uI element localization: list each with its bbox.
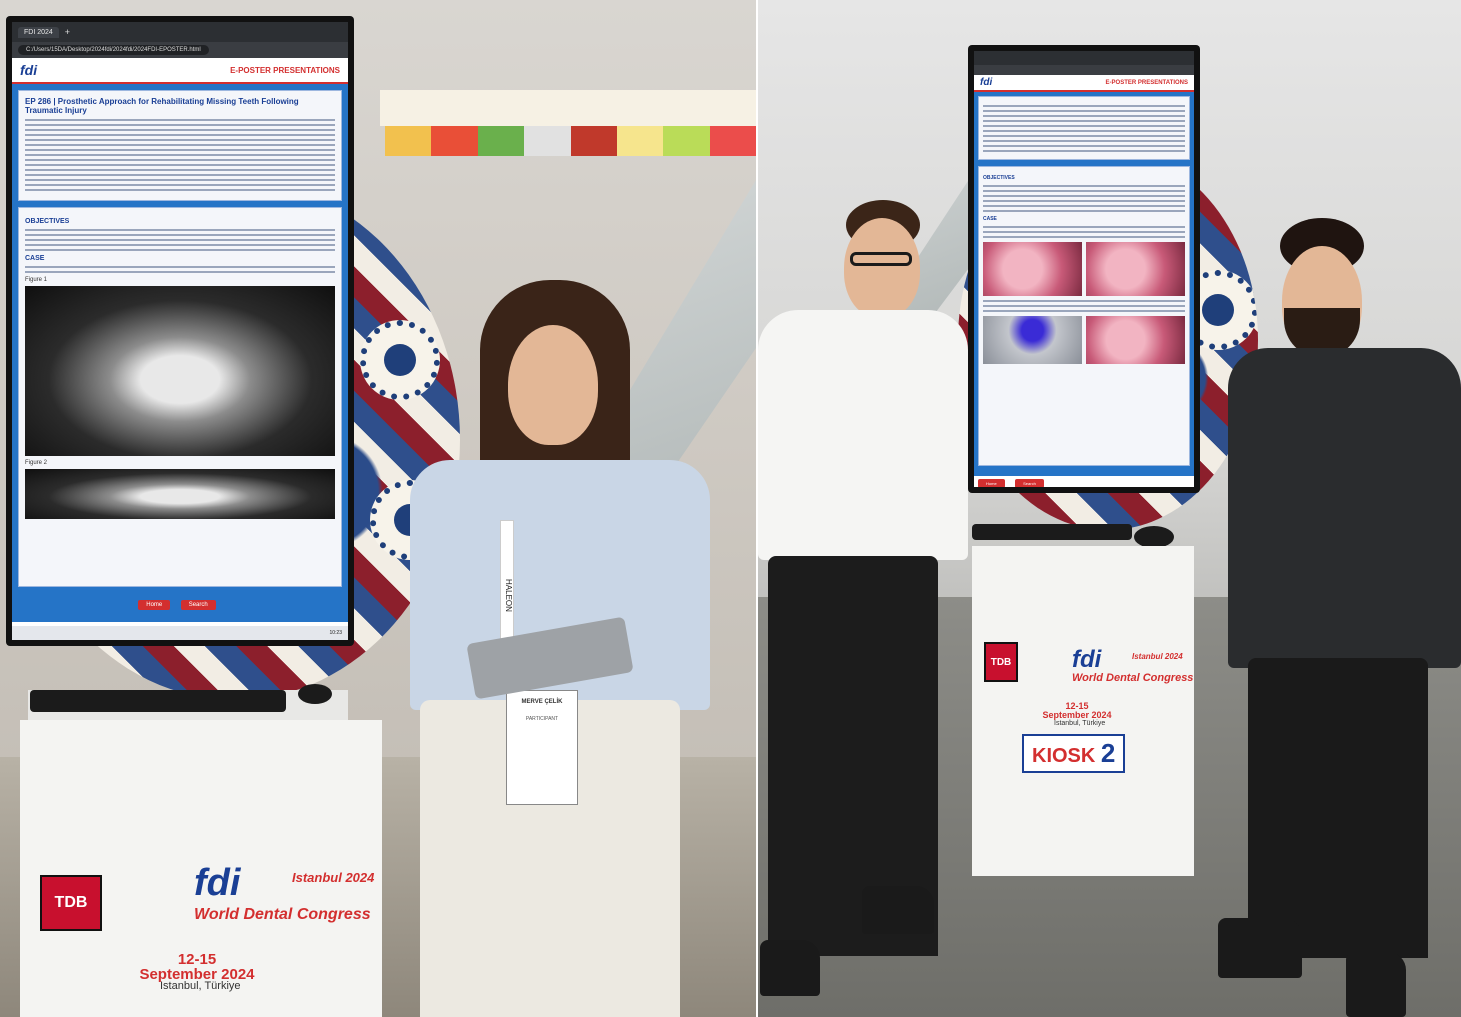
kiosk-stand: TDB fdi Istanbul 2024 World Dental Congr… xyxy=(972,546,1194,876)
clinical-photo xyxy=(983,242,1082,296)
new-tab-icon[interactable]: + xyxy=(65,27,70,37)
man-dark-polo xyxy=(1218,218,1461,1017)
poster-title: EP 286 | Prosthetic Approach for Rehabil… xyxy=(25,97,299,115)
fdi-logo: fdi xyxy=(980,77,993,88)
mouse[interactable] xyxy=(1134,526,1174,548)
poster-banner: E-POSTER PRESENTATIONS xyxy=(1105,79,1188,86)
stand-city: Istanbul, Türkiye xyxy=(1054,720,1106,727)
stand-dates: 12-15 September 2024 xyxy=(1032,702,1122,720)
kiosk-sign: KIOSK 2 xyxy=(1022,734,1126,773)
monitor-screen: FDI 2024 + C:/Users/15DA/Desktop/2024fdi… xyxy=(12,22,348,640)
url-field[interactable]: C:/Users/15DA/Desktop/2024fdi/2024fdi/20… xyxy=(18,45,209,55)
objectives-heading: OBJECTIVES xyxy=(983,175,1015,181)
search-button[interactable]: Search xyxy=(180,600,216,610)
taskbar: 10:23 xyxy=(12,626,348,640)
case-heading: CASE xyxy=(983,216,997,222)
face xyxy=(844,218,920,318)
glasses xyxy=(850,252,912,266)
right-shoe xyxy=(1346,952,1406,1017)
ceiling-light xyxy=(380,90,756,126)
clinical-photo-row xyxy=(983,316,1185,364)
case-text-2 xyxy=(983,300,1185,312)
presenter-woman: HALEON MERVE ÇELİK PARTICIPANT xyxy=(370,280,750,1017)
clinical-photo-row xyxy=(983,242,1185,296)
address-bar xyxy=(974,65,1194,75)
white-shirt xyxy=(758,310,968,560)
keyboard[interactable] xyxy=(972,524,1132,540)
stand-city-script: Istanbul 2024 xyxy=(1132,652,1183,661)
case-text xyxy=(983,226,1185,238)
kiosk-word: KIOSK xyxy=(1032,745,1096,767)
panoramic-xray-image xyxy=(25,286,335,456)
stand-congress: World Dental Congress xyxy=(194,906,371,923)
clinical-photo xyxy=(1086,242,1185,296)
mouse[interactable] xyxy=(298,684,332,704)
name-badge: MERVE ÇELİK PARTICIPANT xyxy=(506,690,578,805)
kiosk-stand: TDB fdi Istanbul 2024 World Dental Congr… xyxy=(20,720,382,1017)
poster-nav: Home Search xyxy=(978,472,1190,487)
stand-congress: World Dental Congress xyxy=(1072,672,1194,684)
fdi-logo: fdi xyxy=(20,62,38,78)
home-button[interactable]: Home xyxy=(978,479,1005,487)
badge-role: PARTICIPANT xyxy=(525,716,559,723)
case-heading: CASE xyxy=(25,255,45,262)
face xyxy=(508,325,598,445)
left-shoe xyxy=(1218,918,1302,978)
browser-tab[interactable]: FDI 2024 xyxy=(18,26,59,38)
stand-days: 12-15 xyxy=(177,951,217,968)
poster-content-card: OBJECTIVES CASE Figure 1 Figure 2 xyxy=(18,207,342,587)
dark-polo-shirt xyxy=(1228,348,1461,668)
search-button[interactable]: Search xyxy=(1015,479,1044,487)
left-photo: FDI 2024 + C:/Users/15DA/Desktop/2024fdi… xyxy=(0,0,756,1017)
man-white-shirt xyxy=(758,200,968,1017)
figure-2-label: Figure 2 xyxy=(25,460,48,466)
address-bar: C:/Users/15DA/Desktop/2024fdi/2024fdi/20… xyxy=(12,42,348,58)
tdb-logo: TDB xyxy=(40,875,102,931)
clinical-photo xyxy=(1086,316,1185,364)
keyboard[interactable] xyxy=(30,690,286,712)
kiosk-monitor: fdi E-POSTER PRESENTATIONS OBJECTIVES CA… xyxy=(968,45,1200,493)
abstract-text xyxy=(983,105,1185,152)
colored-wall-panels xyxy=(385,126,756,156)
poster-abstract-card: EP 286 | Prosthetic Approach for Rehabil… xyxy=(18,90,342,201)
left-shoe xyxy=(760,940,820,996)
kiosk-monitor: FDI 2024 + C:/Users/15DA/Desktop/2024fdi… xyxy=(6,16,354,646)
figure-1-label: Figure 1 xyxy=(25,277,48,283)
stand-city-script: Istanbul 2024 xyxy=(292,870,375,885)
home-button[interactable]: Home xyxy=(138,600,171,610)
taskbar-clock: 10:23 xyxy=(329,630,342,636)
objectives-text xyxy=(983,185,1185,212)
clinical-photo xyxy=(983,316,1082,364)
abstract-text xyxy=(25,119,335,191)
browser-tab-bar: FDI 2024 + xyxy=(12,22,348,42)
objectives-text xyxy=(25,229,335,251)
badge-name: MERVE ÇELİK xyxy=(521,699,563,705)
right-photo: fdi E-POSTER PRESENTATIONS OBJECTIVES CA… xyxy=(758,0,1461,1017)
stand-city: Istanbul, Türkiye xyxy=(160,980,241,992)
poster-header: fdi E-POSTER PRESENTATIONS xyxy=(974,75,1194,92)
fdi-stand-logo: fdi xyxy=(194,862,241,904)
black-trousers xyxy=(1248,658,1428,958)
monitor-screen: fdi E-POSTER PRESENTATIONS OBJECTIVES CA… xyxy=(974,51,1194,487)
objectives-heading: OBJECTIVES xyxy=(25,218,70,225)
poster-banner: E-POSTER PRESENTATIONS xyxy=(230,65,340,75)
stand-month: September 2024 xyxy=(1042,710,1112,720)
xray-image-2 xyxy=(25,469,335,519)
poster-header: fdi E-POSTER PRESENTATIONS xyxy=(12,58,348,84)
poster-nav: Home Search xyxy=(18,593,342,611)
case-text xyxy=(25,266,335,273)
browser-tab-bar xyxy=(974,51,1194,65)
kiosk-number: 2 xyxy=(1100,738,1116,768)
poster-content-card: OBJECTIVES CASE xyxy=(978,166,1190,466)
poster-abstract-card xyxy=(978,96,1190,160)
tdb-logo: TDB xyxy=(984,642,1018,682)
poster-body: OBJECTIVES CASE Home Search xyxy=(974,92,1194,487)
poster-body: EP 286 | Prosthetic Approach for Rehabil… xyxy=(12,84,348,622)
stand-dates: 12-15 September 2024 xyxy=(132,952,262,982)
fdi-stand-logo: fdi xyxy=(1072,646,1102,673)
right-shoe xyxy=(862,886,934,934)
